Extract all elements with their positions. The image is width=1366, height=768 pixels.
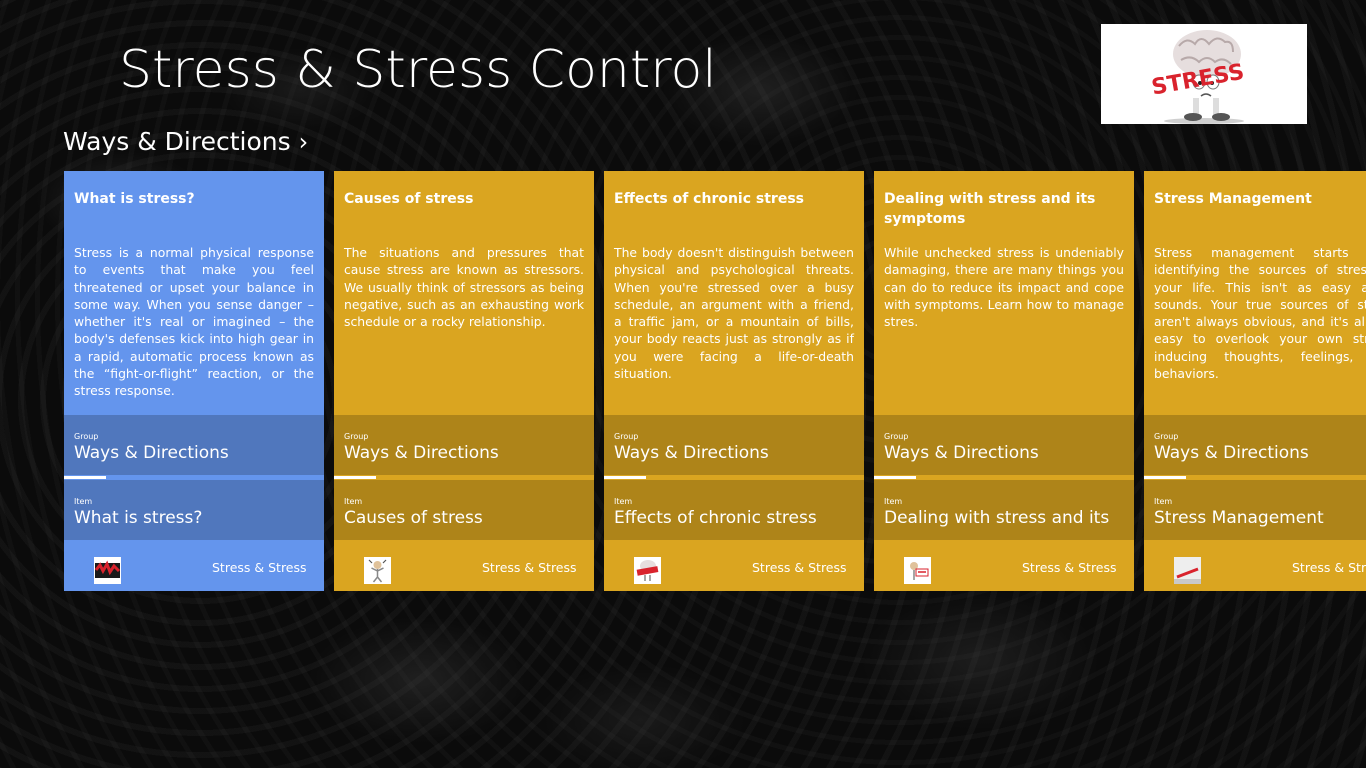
tile-description: While unchecked stress is undeniably dam…: [884, 245, 1124, 330]
item-band: Item Effects of chronic stress: [604, 480, 864, 540]
tile-description: Stress is a normal physical response to …: [74, 245, 314, 399]
stress-thumbnail-icon: [94, 557, 121, 584]
item-caption: Item: [614, 497, 633, 506]
progress-indicator: [64, 476, 106, 479]
item-name: What is stress?: [74, 508, 203, 528]
progress-indicator: [874, 476, 916, 479]
group-caption: Group: [344, 432, 369, 441]
tile-footer: Stress & Stress: [64, 540, 324, 591]
stress-sign-thumbnail-icon: [904, 557, 931, 584]
group-band: Group Ways & Directions: [1144, 415, 1366, 475]
item-caption: Item: [344, 497, 363, 506]
group-name: Ways & Directions: [344, 443, 499, 463]
group-header-ways-directions[interactable]: Ways & Directions ›: [63, 124, 308, 160]
tile-footer: Stress & Stress: [1144, 540, 1366, 591]
group-caption: Group: [614, 432, 639, 441]
tile-effects-of-chronic-stress[interactable]: Effects of chronic stress The body doesn…: [604, 171, 864, 591]
group-caption: Group: [74, 432, 99, 441]
tile-title: Causes of stress: [344, 191, 474, 207]
tile-title: Effects of chronic stress: [614, 191, 804, 207]
item-band: Item Dealing with stress and its symptom…: [874, 480, 1134, 540]
source-label: Stress & Stress: [1292, 560, 1366, 575]
source-label: Stress & Stress: [482, 560, 577, 575]
group-band: Group Ways & Directions: [64, 415, 324, 475]
tile-footer: Stress & Stress: [334, 540, 594, 591]
stress-brain-thumbnail-icon: [634, 557, 661, 584]
app-title: Stress & Stress Control: [119, 40, 717, 100]
tile-title: What is stress?: [74, 191, 195, 207]
group-header-label: Ways & Directions: [63, 127, 291, 156]
group-name: Ways & Directions: [884, 443, 1039, 463]
item-name: Stress Management: [1154, 508, 1324, 528]
stress-brain-logo-icon: STRESS: [1101, 24, 1307, 124]
item-name: Effects of chronic stress: [614, 508, 817, 528]
stress-management-thumbnail-icon: [1174, 557, 1201, 584]
progress-indicator: [1144, 476, 1186, 479]
tile-title: Stress Management: [1154, 191, 1312, 207]
item-band: Item Causes of stress: [334, 480, 594, 540]
group-caption: Group: [884, 432, 909, 441]
item-caption: Item: [884, 497, 903, 506]
item-band: Item Stress Management: [1144, 480, 1366, 540]
group-caption: Group: [1154, 432, 1179, 441]
tile-footer: Stress & Stress: [604, 540, 864, 591]
source-label: Stress & Stress: [1022, 560, 1117, 575]
tile-footer: Stress & Stress: [874, 540, 1134, 591]
group-name: Ways & Directions: [1154, 443, 1309, 463]
tile-stress-management[interactable]: Stress Management Stress management star…: [1144, 171, 1366, 591]
tile-grid: What is stress? Stress is a normal physi…: [64, 171, 1366, 591]
progress-indicator: [334, 476, 376, 479]
tile-title: Dealing with stress and its symptoms: [884, 191, 1096, 227]
tile-dealing-with-stress[interactable]: Dealing with stress and its symptoms Whi…: [874, 171, 1134, 591]
tile-causes-of-stress[interactable]: Causes of stress The situations and pres…: [334, 171, 594, 591]
tile-what-is-stress[interactable]: What is stress? Stress is a normal physi…: [64, 171, 324, 591]
item-name: Causes of stress: [344, 508, 483, 528]
group-band: Group Ways & Directions: [334, 415, 594, 475]
group-band: Group Ways & Directions: [604, 415, 864, 475]
progress-indicator: [604, 476, 646, 479]
item-caption: Item: [74, 497, 93, 506]
item-caption: Item: [1154, 497, 1173, 506]
group-name: Ways & Directions: [74, 443, 229, 463]
tile-description: The situations and pressures that cause …: [344, 245, 584, 330]
tile-description: Stress management starts with identifyin…: [1154, 245, 1366, 382]
person-stressed-thumbnail-icon: [364, 557, 391, 584]
item-band: Item What is stress?: [64, 480, 324, 540]
source-label: Stress & Stress: [752, 560, 847, 575]
group-band: Group Ways & Directions: [874, 415, 1134, 475]
item-name: Dealing with stress and its symptoms: [884, 508, 1110, 531]
source-label: Stress & Stress: [212, 560, 307, 575]
tile-description: The body doesn't distinguish between phy…: [614, 245, 854, 382]
chevron-right-icon: ›: [298, 128, 309, 156]
group-name: Ways & Directions: [614, 443, 769, 463]
